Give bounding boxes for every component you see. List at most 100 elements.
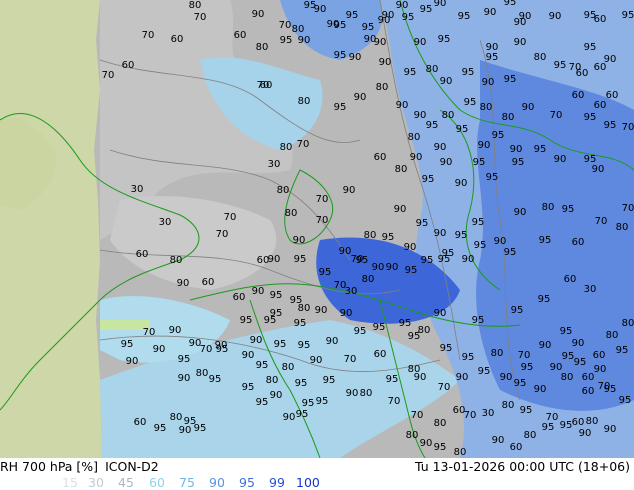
contour-label: 70 — [200, 344, 213, 355]
contour-label: 90 — [268, 254, 281, 265]
contour-label: 80 — [502, 112, 515, 123]
contour-label: 80 — [280, 142, 293, 153]
contour-label: 90 — [500, 372, 513, 383]
contour-label: 95 — [242, 382, 255, 393]
contour-label: 90 — [252, 286, 265, 297]
contour-label: 95 — [462, 352, 475, 363]
contour-label: 90 — [594, 364, 607, 375]
contour-label: 70 — [216, 229, 229, 240]
contour-label: 95 — [270, 290, 283, 301]
contour-label: 95 — [504, 247, 517, 258]
contour-label: 95 — [619, 395, 632, 406]
contour-label: 95 — [334, 50, 347, 61]
contour-label: 70 — [142, 30, 155, 41]
contour-label: 90 — [440, 76, 453, 87]
contour-label: 60 — [374, 349, 387, 360]
contour-label: 90 — [478, 140, 491, 151]
chart-footer: RH 700 hPa [%] ICON-D2 Tu 13-01-2026 00:0… — [0, 458, 634, 490]
contour-label: 80 — [606, 330, 619, 341]
contour-label: 60 — [594, 100, 607, 111]
contour-label: 95 — [421, 255, 434, 266]
contour-label: 60 — [572, 237, 585, 248]
contour-label: 90 — [153, 344, 166, 355]
contour-label: 80 — [298, 96, 311, 107]
contour-label: 95 — [542, 422, 555, 433]
contour-label: 95 — [455, 230, 468, 241]
contour-label: 70 — [316, 194, 329, 205]
contour-label: 80 — [480, 102, 493, 113]
contour-label: 90 — [572, 338, 585, 349]
contour-label: 80 — [362, 274, 375, 285]
contour-label: 80 — [360, 388, 373, 399]
contour-label: 90 — [354, 92, 367, 103]
contour-label: 60 — [564, 274, 577, 285]
contour-label: 90 — [434, 308, 447, 319]
contour-label: 90 — [396, 0, 409, 11]
contour-label: 95 — [504, 74, 517, 85]
contour-label: 90 — [379, 57, 392, 68]
contour-label: 95 — [334, 20, 347, 31]
contour-label: 70 — [279, 20, 292, 31]
contour-label: 95 — [416, 218, 429, 229]
contour-label: 95 — [298, 340, 311, 351]
contour-label: 70 — [438, 382, 451, 393]
contour-label: 95 — [296, 409, 309, 420]
contour-label: 95 — [486, 52, 499, 63]
contour-label: 95 — [539, 235, 552, 246]
contour-label: 80 — [266, 375, 279, 386]
contour-label: 90 — [455, 178, 468, 189]
contour-label: 70 — [143, 327, 156, 338]
contour-label: 30 — [584, 284, 597, 295]
contour-label: 95 — [604, 384, 617, 395]
contour-label: 70 — [622, 203, 634, 214]
contour-label: 95 — [622, 10, 634, 21]
contour-label: 80 — [524, 430, 537, 441]
contour-label: 70 — [464, 410, 477, 421]
contour-label: 80 — [170, 412, 183, 423]
contour-label: 90 — [462, 254, 475, 265]
contour-label: 95 — [178, 354, 191, 365]
contour-label: 95 — [440, 343, 453, 354]
contour-label: 90 — [410, 152, 423, 163]
contour-label: 80 — [364, 230, 377, 241]
contour-label: 60 — [234, 30, 247, 41]
contour-label: 90 — [283, 412, 296, 423]
contour-label: 90 — [250, 335, 263, 346]
contour-label: 60 — [374, 152, 387, 163]
contour-label: 95 — [274, 339, 287, 350]
contour-label: 80 — [395, 164, 408, 175]
contour-label: 90 — [434, 142, 447, 153]
contour-label: 90 — [326, 336, 339, 347]
contour-label: 95 — [121, 339, 134, 350]
contour-label: 90 — [492, 435, 505, 446]
contour-label: 80 — [256, 42, 269, 53]
contour-label: 60 — [582, 386, 595, 397]
contour-label: 95 — [373, 322, 386, 333]
contour-label: 80 — [170, 255, 183, 266]
contour-label: 90 — [592, 164, 605, 175]
valid-time: Tu 13-01-2026 00:00 UTC (18+06) — [414, 459, 630, 474]
contour-label: 90 — [579, 428, 592, 439]
contour-label: 95 — [405, 265, 418, 276]
contour-label: 30 — [345, 286, 358, 297]
contour-label: 80 — [502, 400, 515, 411]
contour-label: 30 — [268, 159, 281, 170]
contour-label: 95 — [240, 315, 253, 326]
contour-label: 80 — [408, 132, 421, 143]
contour-label: 80 — [406, 430, 419, 441]
contour-label: 95 — [574, 357, 587, 368]
legend-item-95: 95 — [239, 475, 255, 490]
contour-label: 90 — [346, 388, 359, 399]
contour-label: 70 — [595, 216, 608, 227]
contour-label: 95 — [434, 442, 447, 453]
contour-label: 80 — [285, 208, 298, 219]
contour-label: 90 — [126, 356, 139, 367]
contour-label: 90 — [372, 262, 385, 273]
contour-label: 95 — [562, 204, 575, 215]
contour-label: 30 — [159, 217, 172, 228]
contour-label: 90 — [514, 37, 527, 48]
contour-label: 90 — [482, 77, 495, 88]
contour-label: 90 — [549, 11, 562, 22]
contour-label: 95 — [521, 362, 534, 373]
contour-label: 90 — [315, 305, 328, 316]
